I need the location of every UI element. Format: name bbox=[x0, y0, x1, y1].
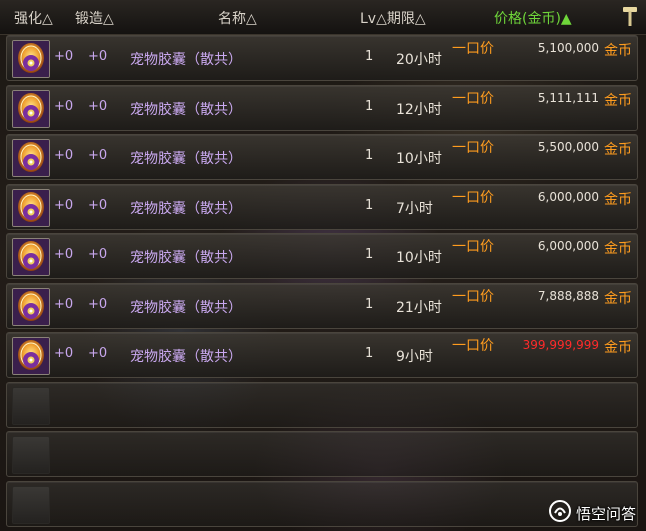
listing-price: 7,888,888 bbox=[537, 288, 599, 303]
listing-row[interactable]: +0 +0 宠物胶囊（散共） 1 21小时 一口价 7,888,888 金币 bbox=[6, 282, 638, 329]
listing-row[interactable]: +0 +0 宠物胶囊（散共） 1 7小时 一口价 6,000,000 金币 bbox=[6, 183, 638, 230]
watermark-text: 悟空问答 bbox=[575, 504, 636, 523]
listing-strength: +0 bbox=[54, 49, 74, 64]
listing-price-type: 一口价 bbox=[452, 189, 494, 206]
listing-level: 1 bbox=[365, 148, 374, 163]
pet-capsule-icon[interactable] bbox=[12, 238, 50, 276]
listing-row[interactable]: +0 +0 宠物胶囊（散共） 1 9小时 一口价 399,999,999 金币 bbox=[6, 332, 638, 378]
listing-item-name: 宠物胶囊（散共） bbox=[130, 52, 242, 68]
sort-by-level-duration[interactable]: Lv△期限△ bbox=[360, 8, 426, 28]
listing-currency: 金币 bbox=[604, 340, 632, 356]
empty-listing-row bbox=[6, 431, 638, 477]
listing-price: 6,000,000 bbox=[537, 189, 599, 204]
pet-capsule-icon[interactable] bbox=[12, 287, 50, 326]
listing-row[interactable]: +0 +0 宠物胶囊（散共） 1 10小时 一口价 5,500,000 金币 bbox=[6, 134, 638, 180]
listing-forge: +0 bbox=[88, 49, 108, 64]
empty-item-slot bbox=[12, 485, 50, 524]
listing-row[interactable]: +0 +0 宠物胶囊（散共） 1 20小时 一口价 5,100,000 金币 bbox=[6, 35, 638, 81]
listing-currency: 金币 bbox=[604, 290, 632, 307]
sort-by-name[interactable]: 名称△ bbox=[218, 8, 257, 28]
listing-strength: +0 bbox=[54, 296, 74, 312]
pet-capsule-icon[interactable] bbox=[12, 89, 50, 128]
listing-forge: +0 bbox=[88, 98, 108, 114]
listing-item-name: 宠物胶囊（散共） bbox=[130, 151, 242, 167]
listing-price: 6,000,000 bbox=[537, 239, 599, 253]
listing-forge: +0 bbox=[88, 197, 108, 213]
listing-item-name: 宠物胶囊（散共） bbox=[130, 250, 242, 266]
sort-by-forge[interactable]: 锻造△ bbox=[75, 8, 114, 28]
empty-item-slot bbox=[12, 386, 50, 425]
listing-strength: +0 bbox=[54, 98, 74, 114]
listing-duration: 12小时 bbox=[396, 101, 442, 118]
listing-duration: 20小时 bbox=[396, 52, 442, 68]
listing-price-type: 一口价 bbox=[452, 239, 494, 255]
listing-item-name: 宠物胶囊（散共） bbox=[130, 101, 242, 118]
listing-strength: +0 bbox=[54, 197, 74, 213]
listing-price: 5,500,000 bbox=[537, 140, 599, 154]
pet-capsule-icon[interactable] bbox=[12, 337, 50, 375]
listing-duration: 9小时 bbox=[396, 349, 433, 365]
listing-price: 5,100,000 bbox=[537, 41, 599, 55]
watermark: 悟空问答 bbox=[548, 500, 636, 526]
listing-forge: +0 bbox=[88, 296, 108, 312]
pet-capsule-icon[interactable] bbox=[12, 40, 50, 78]
listing-level: 1 bbox=[365, 247, 374, 262]
listing-price: 5,111,111 bbox=[537, 90, 599, 105]
listing-price-type: 一口价 bbox=[452, 140, 494, 156]
listing-duration: 21小时 bbox=[396, 299, 442, 316]
wukong-logo-icon bbox=[548, 500, 571, 526]
listing-forge: +0 bbox=[88, 148, 108, 163]
pet-capsule-icon[interactable] bbox=[12, 139, 50, 177]
listing-strength: +0 bbox=[54, 247, 74, 262]
listing-strength: +0 bbox=[54, 148, 74, 163]
listing-price-type: 一口价 bbox=[452, 90, 494, 107]
listing-duration: 7小时 bbox=[396, 200, 433, 217]
empty-listing-row bbox=[6, 381, 638, 428]
listing-currency: 金币 bbox=[604, 43, 632, 59]
listing-currency: 金币 bbox=[604, 191, 632, 208]
empty-item-slot bbox=[12, 436, 50, 474]
hammer-icon[interactable] bbox=[622, 5, 638, 27]
listing-forge: +0 bbox=[88, 247, 108, 262]
listing-level: 1 bbox=[365, 296, 374, 312]
listing-price: 399,999,999 bbox=[522, 338, 599, 352]
listing-duration: 10小时 bbox=[396, 250, 442, 266]
listing-row[interactable]: +0 +0 宠物胶囊（散共） 1 10小时 一口价 6,000,000 金币 bbox=[6, 233, 638, 279]
listing-currency: 金币 bbox=[604, 92, 632, 109]
listing-level: 1 bbox=[365, 98, 374, 114]
listing-strength: +0 bbox=[54, 346, 74, 361]
listing-row[interactable]: +0 +0 宠物胶囊（散共） 1 12小时 一口价 5,111,111 金币 bbox=[6, 84, 638, 131]
listing-price-type: 一口价 bbox=[452, 288, 494, 305]
listing-level: 1 bbox=[365, 49, 374, 64]
listing-forge: +0 bbox=[88, 346, 108, 361]
auction-list-header: 强化△ 锻造△ 名称△ Lv△期限△ 价格(金币)▲ bbox=[0, 0, 646, 35]
listing-price-type: 一口价 bbox=[452, 41, 494, 57]
listing-duration: 10小时 bbox=[396, 151, 442, 167]
listing-price-type: 一口价 bbox=[452, 338, 494, 354]
listing-level: 1 bbox=[365, 346, 374, 361]
sort-by-price[interactable]: 价格(金币)▲ bbox=[494, 8, 572, 28]
sort-by-strength[interactable]: 强化△ bbox=[14, 8, 53, 28]
pet-capsule-icon[interactable] bbox=[12, 188, 50, 227]
listing-level: 1 bbox=[365, 197, 374, 213]
listing-currency: 金币 bbox=[604, 241, 632, 257]
listing-currency: 金币 bbox=[604, 142, 632, 158]
empty-listing-row bbox=[6, 480, 638, 527]
listing-item-name: 宠物胶囊（散共） bbox=[130, 200, 242, 217]
listing-item-name: 宠物胶囊（散共） bbox=[130, 299, 242, 316]
listing-item-name: 宠物胶囊（散共） bbox=[130, 349, 242, 365]
